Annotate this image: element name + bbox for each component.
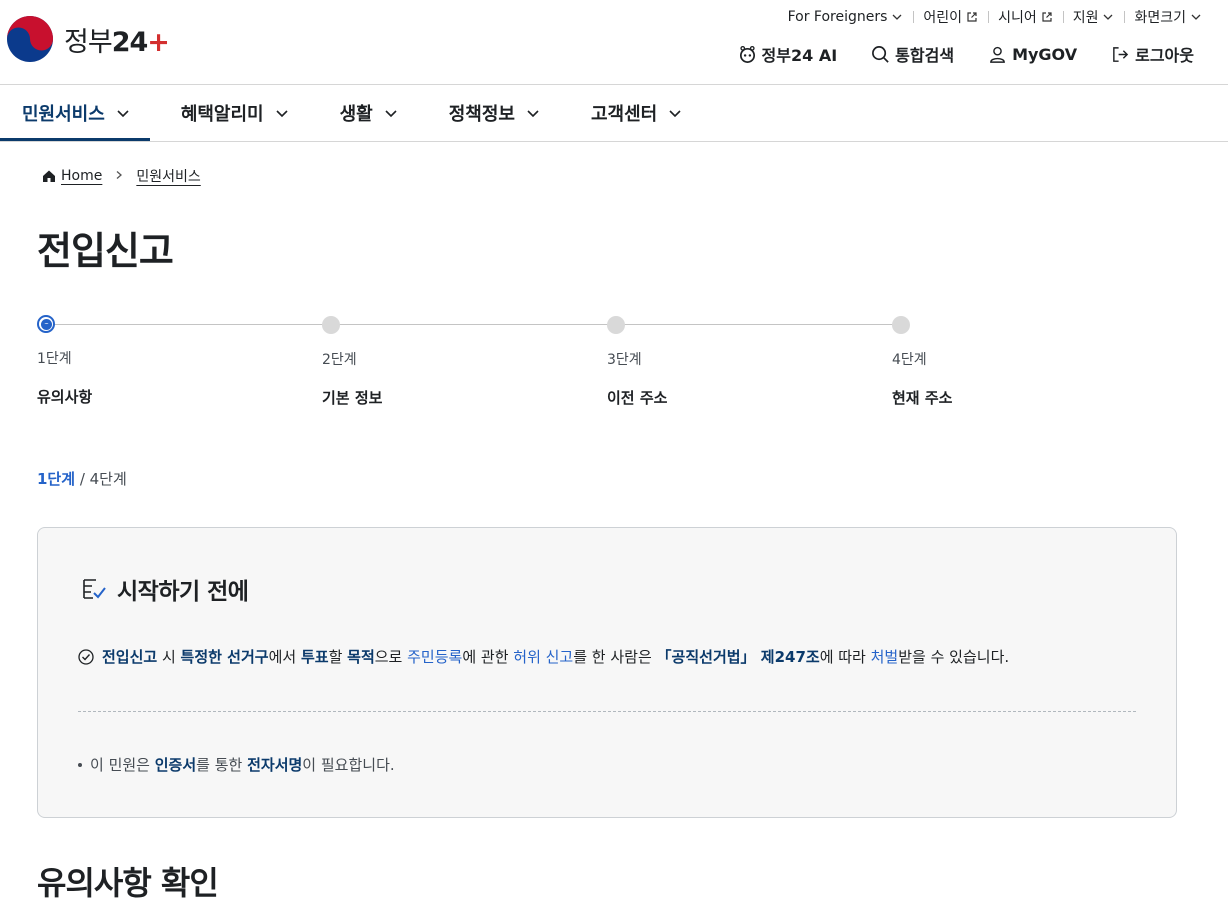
gnb-label: 통합검색	[895, 46, 955, 65]
nav-tab-label: 민원서비스	[22, 104, 105, 125]
bullet-text: 이 민원은 인증서를 통한 전자서명이 필요합니다.	[90, 756, 395, 774]
user-icon	[990, 46, 1005, 63]
dashed-divider	[78, 711, 1136, 712]
nav-tab-label: 혜택알리미	[180, 104, 264, 125]
step-counter: 1단계 / 4단계	[37, 468, 127, 489]
step-number: 2단계	[322, 352, 357, 368]
util-label: 어린이	[923, 10, 963, 26]
step-name: 유의사항	[37, 388, 93, 406]
util-font-size[interactable]: 화면크기	[1124, 8, 1212, 26]
logout-icon	[1113, 46, 1129, 62]
breadcrumb-home[interactable]: Home	[61, 168, 102, 184]
logo[interactable]: 정부24+	[6, 15, 170, 63]
gnb-label: MyGOV	[1012, 44, 1078, 64]
nav-tab-label: 정책정보	[448, 104, 515, 125]
step-pending-dot-icon	[322, 316, 340, 334]
chevron-down-icon	[117, 110, 129, 118]
certificate-notice: 이 민원은 인증서를 통한 전자서명이 필요합니다.	[78, 754, 395, 775]
util-label: 시니어	[998, 10, 1037, 26]
util-senior[interactable]: 시니어	[988, 8, 1063, 26]
chevron-down-icon	[1104, 14, 1113, 20]
step-pending-dot-icon	[892, 316, 910, 334]
nav-tab-policy-info[interactable]: 정책정보	[449, 85, 541, 141]
util-label: 화면크기	[1134, 10, 1186, 26]
util-label: For Foreigners	[787, 9, 888, 25]
step-counter-sep: /	[75, 470, 90, 488]
breadcrumb-current[interactable]: 민원서비스	[136, 166, 200, 186]
step-1: ··· 1단계 유의사항	[37, 314, 237, 407]
step-number: 1단계	[37, 351, 72, 367]
chevron-down-icon	[1191, 14, 1201, 20]
chevron-down-icon	[892, 14, 902, 20]
external-link-icon	[967, 12, 977, 22]
gnb-label: 정부24 AI	[761, 46, 838, 65]
chevron-down-icon	[527, 110, 539, 118]
util-support[interactable]: 지원	[1062, 8, 1125, 26]
main-nav: 민원서비스 혜택알리미 생활 정책정보 고객센터	[0, 85, 1228, 142]
gnb-ai-button[interactable]: 정부24 AI	[738, 42, 838, 66]
external-link-icon	[1042, 12, 1052, 22]
step-3: 3단계 이전 주소	[607, 314, 807, 408]
step-name: 현재 주소	[892, 389, 953, 407]
notice-text: 전입신고 시 특정한 선거구에서 투표할 목적으로 주민등록에 관한 허위 신고…	[102, 648, 1010, 666]
step-counter-current: 1단계	[37, 470, 76, 488]
gnb-search-button[interactable]: 통합검색	[871, 42, 954, 66]
chevron-down-icon	[385, 110, 397, 118]
bullet-dot-icon	[78, 762, 82, 767]
taegeuk-emblem-icon	[7, 16, 53, 62]
box-title: 시작하기 전에	[81, 572, 249, 606]
step-name: 이전 주소	[607, 389, 668, 407]
gnb-mygov-button[interactable]: MyGOV	[988, 42, 1077, 66]
ai-bot-icon	[739, 45, 755, 63]
util-label: 지원	[1072, 10, 1099, 26]
utility-menu: For Foreigners 어린이 시니어 지원 화면크기	[778, 8, 1212, 26]
step-number: 3단계	[607, 352, 642, 368]
chevron-down-icon	[276, 110, 288, 118]
before-start-box: 시작하기 전에 전입신고 시 특정한 선거구에서 투표할 목적으로 주민등록에 …	[37, 527, 1177, 818]
check-circle-icon	[78, 648, 94, 665]
search-icon	[872, 45, 889, 63]
global-nav: 정부24 AI 통합검색 MyGOV 로그아웃	[738, 42, 1194, 66]
nav-tab-civil-service[interactable]: 민원서비스	[0, 85, 150, 141]
checklist-icon	[83, 579, 106, 599]
section-title: 유의사항 확인	[37, 864, 219, 902]
step-indicator: ··· 1단계 유의사항 2단계 기본 정보 3단계 이전 주소 4단계 현재 …	[37, 314, 952, 414]
nav-tab-benefit-alert[interactable]: 혜택알리미	[181, 85, 290, 141]
step-4: 4단계 현재 주소	[892, 314, 1092, 408]
step-current-dot-icon: ···	[37, 315, 55, 333]
util-for-foreigners[interactable]: For Foreigners	[778, 8, 914, 26]
breadcrumb: Home 민원서비스	[42, 166, 201, 186]
step-2: 2단계 기본 정보	[322, 314, 522, 408]
logo-text: 정부24+	[64, 26, 170, 58]
site-header: 정부24+ For Foreigners 어린이 시니어 지원 화면크기 정부2…	[0, 0, 1228, 85]
step-name: 기본 정보	[322, 389, 383, 407]
nav-tab-customer-center[interactable]: 고객센터	[591, 85, 683, 141]
step-counter-total: 4단계	[89, 470, 127, 488]
gnb-label: 로그아웃	[1135, 46, 1194, 65]
step-number: 4단계	[892, 352, 927, 368]
gnb-logout-button[interactable]: 로그아웃	[1111, 42, 1194, 66]
page-title: 전입신고	[37, 229, 174, 273]
nav-tab-label: 고객센터	[591, 104, 658, 125]
nav-tab-life[interactable]: 생활	[340, 85, 399, 141]
home-icon	[43, 170, 55, 182]
chevron-down-icon	[669, 110, 681, 118]
nav-tab-label: 생활	[339, 104, 373, 125]
box-title-text: 시작하기 전에	[117, 579, 249, 605]
chevron-right-icon	[114, 169, 124, 183]
util-kids[interactable]: 어린이	[913, 8, 988, 26]
step-pending-dot-icon	[607, 316, 625, 334]
false-report-notice: 전입신고 시 특정한 선거구에서 투표할 목적으로 주민등록에 관한 허위 신고…	[78, 646, 1009, 667]
